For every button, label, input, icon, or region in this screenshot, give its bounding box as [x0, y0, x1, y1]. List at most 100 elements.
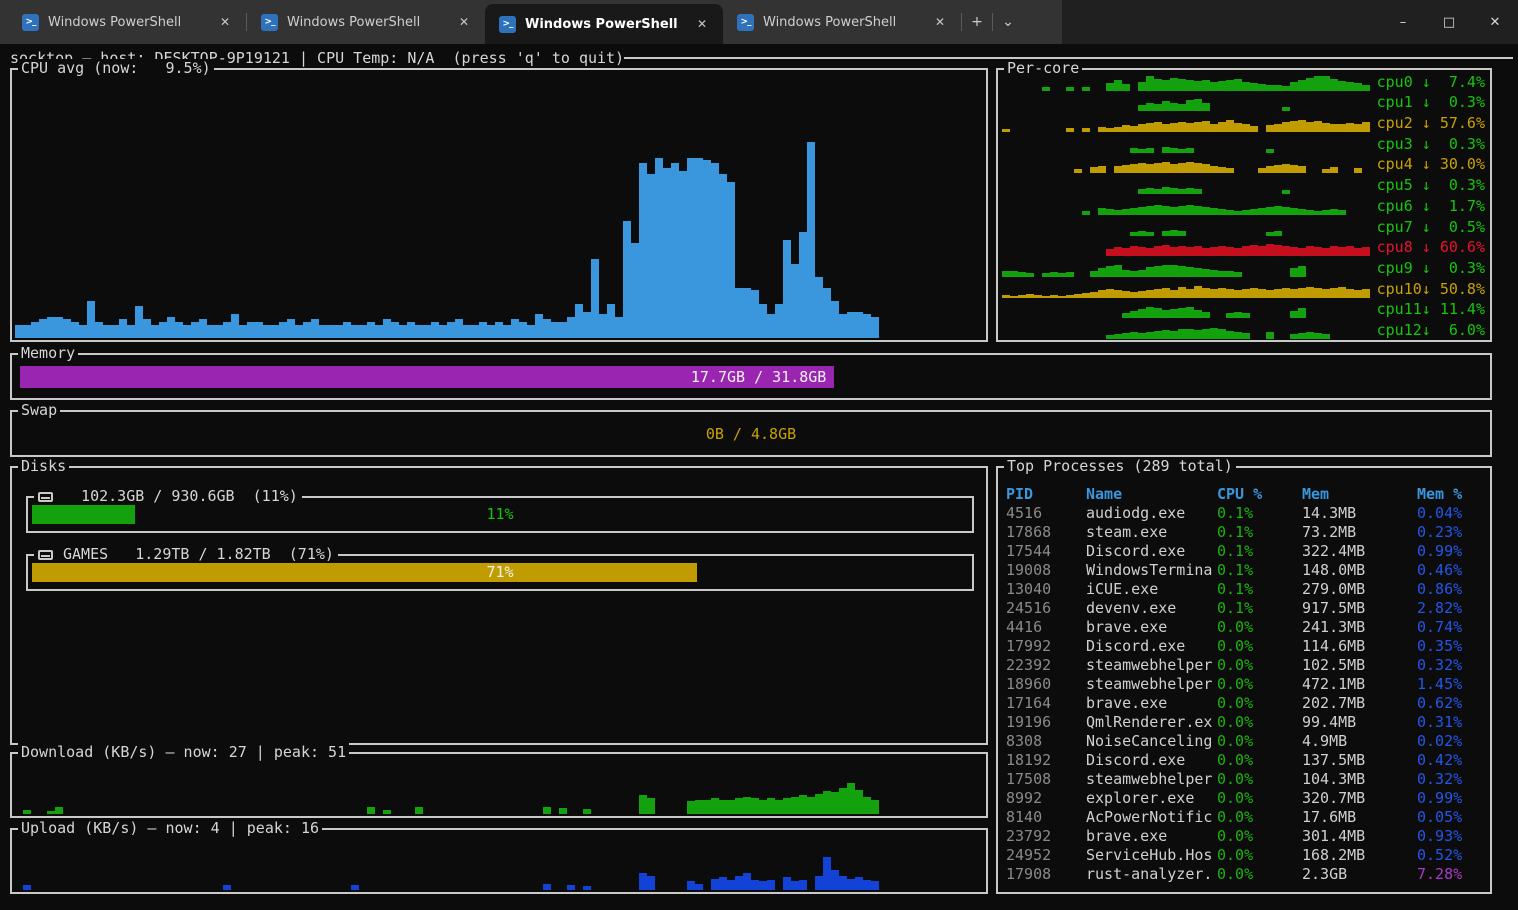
chart-bar [823, 288, 831, 338]
maximize-button[interactable]: □ [1426, 0, 1472, 44]
cell-pid: 17992 [1006, 637, 1086, 656]
chart-bar [1090, 271, 1098, 277]
chart-bar [647, 798, 655, 814]
chart-bar [1226, 120, 1234, 132]
cell-pid: 19008 [1006, 561, 1086, 580]
chart-bar [767, 798, 775, 814]
tab-windows-powershell-3[interactable]: >_Windows PowerShell✕ [485, 4, 723, 44]
chart-bar [743, 288, 751, 338]
chart-bar [1226, 313, 1234, 319]
chart-bar [871, 317, 879, 338]
tab-title: Windows PowerShell [48, 15, 214, 30]
cell-mem-percent: 1.45% [1417, 675, 1484, 694]
chart-bar [1250, 126, 1258, 132]
chart-bar [1322, 248, 1330, 257]
chart-bar [1138, 309, 1146, 319]
process-row: 19008WindowsTermina0.1%148.0MB0.46% [1006, 561, 1484, 580]
chart-bar [1146, 290, 1154, 298]
tab-windows-powershell-1[interactable]: >_Windows PowerShell✕ [8, 0, 246, 44]
chart-bar [1026, 294, 1034, 297]
cell-mem-percent: 2.82% [1417, 599, 1484, 618]
chart-bar [823, 857, 831, 890]
cell-cpu-percent: 0.0% [1217, 751, 1302, 770]
cell-mem: 4.9MB [1302, 732, 1417, 751]
chart-bar [1074, 294, 1082, 298]
core-sparkline [1002, 237, 1376, 256]
cell-name: audiodg.exe [1086, 504, 1217, 523]
disk-gauge: GAMES 1.29TB / 1.82TB (71%)71% [26, 554, 974, 591]
minimize-button[interactable]: – [1380, 0, 1426, 44]
cell-name: steam.exe [1086, 523, 1217, 542]
chart-bar [1122, 270, 1130, 277]
chart-bar [1250, 209, 1258, 215]
chart-bar [1122, 84, 1130, 91]
cpu-avg-panel: CPU avg (now: 9.5%) [10, 68, 988, 342]
chart-bar [647, 876, 655, 890]
cell-mem-percent: 0.02% [1417, 732, 1484, 751]
chart-bar [1186, 188, 1194, 194]
chart-bar [567, 885, 575, 890]
cell-cpu-percent: 0.1% [1217, 561, 1302, 580]
cell-cpu-percent: 0.1% [1217, 580, 1302, 599]
tab-title: Windows PowerShell [763, 15, 929, 30]
chart-bar [735, 876, 743, 890]
cell-cpu-percent: 0.0% [1217, 713, 1302, 732]
chart-bar [1162, 162, 1170, 173]
chart-bar [839, 788, 847, 814]
chart-bar [647, 174, 655, 338]
cell-cpu-percent: 0.0% [1217, 656, 1302, 675]
chart-bar [815, 277, 823, 338]
tab-windows-powershell-4[interactable]: >_Windows PowerShell✕ [723, 0, 961, 44]
tab-menu-button[interactable]: ⌄ [993, 9, 1023, 35]
chart-bar [1282, 288, 1290, 298]
chart-bar [1322, 123, 1330, 133]
tab-close-icon[interactable]: ✕ [691, 13, 713, 35]
chart-bar [1162, 147, 1170, 153]
chart-bar [1162, 206, 1170, 215]
tab-close-icon[interactable]: ✕ [214, 11, 236, 33]
chart-bar [1234, 312, 1242, 319]
cell-cpu-percent: 0.1% [1217, 504, 1302, 523]
chart-bar [1234, 272, 1242, 277]
terminal-screen[interactable]: socktop — host: DESKTOP-9P19121 | CPU Te… [0, 44, 1518, 910]
chart-bar [759, 800, 767, 814]
cell-pid: 17908 [1006, 865, 1086, 884]
cell-pid: 13040 [1006, 580, 1086, 599]
chart-bar [1162, 80, 1170, 90]
chart-bar [1282, 164, 1290, 174]
chart-bar [1250, 245, 1258, 256]
cell-mem: 99.4MB [1302, 713, 1417, 732]
tab-close-icon[interactable]: ✕ [453, 11, 475, 33]
new-tab-button[interactable]: + [962, 9, 992, 35]
chart-bar [1258, 246, 1266, 256]
chart-bar [1170, 78, 1178, 90]
swap-panel-title: Swap [18, 401, 60, 420]
chart-bar [1186, 267, 1194, 277]
chart-bar [719, 174, 727, 338]
titlebar[interactable]: >_Windows PowerShell✕>_Windows PowerShel… [0, 0, 1518, 44]
chart-bar [135, 306, 143, 338]
chart-bar [791, 797, 799, 814]
chart-bar [583, 886, 591, 890]
close-button[interactable]: ✕ [1472, 0, 1518, 44]
cell-mem: 17.6MB [1302, 808, 1417, 827]
core-row: cpu11↓ 11.4% [998, 299, 1490, 320]
tab-close-icon[interactable]: ✕ [929, 11, 951, 33]
core-row: cpu5 ↓ 0.3% [998, 174, 1490, 195]
cell-mem-percent: 0.99% [1417, 789, 1484, 808]
chart-bar [1066, 87, 1074, 91]
chart-bar [679, 171, 687, 338]
core-label: cpu12↓ 6.0% [1377, 320, 1485, 340]
chart-bar [479, 322, 487, 338]
cell-pid: 8992 [1006, 789, 1086, 808]
upload-chart [15, 833, 983, 890]
chart-bar [1130, 271, 1138, 277]
tab-windows-powershell-2[interactable]: >_Windows PowerShell✕ [247, 0, 485, 44]
chart-bar [359, 325, 367, 338]
chart-bar [1346, 289, 1354, 298]
chart-bar [799, 795, 807, 814]
chart-bar [1162, 288, 1170, 298]
chart-bar [1330, 288, 1338, 298]
chart-bar [1322, 334, 1330, 339]
chart-bar [799, 880, 807, 890]
